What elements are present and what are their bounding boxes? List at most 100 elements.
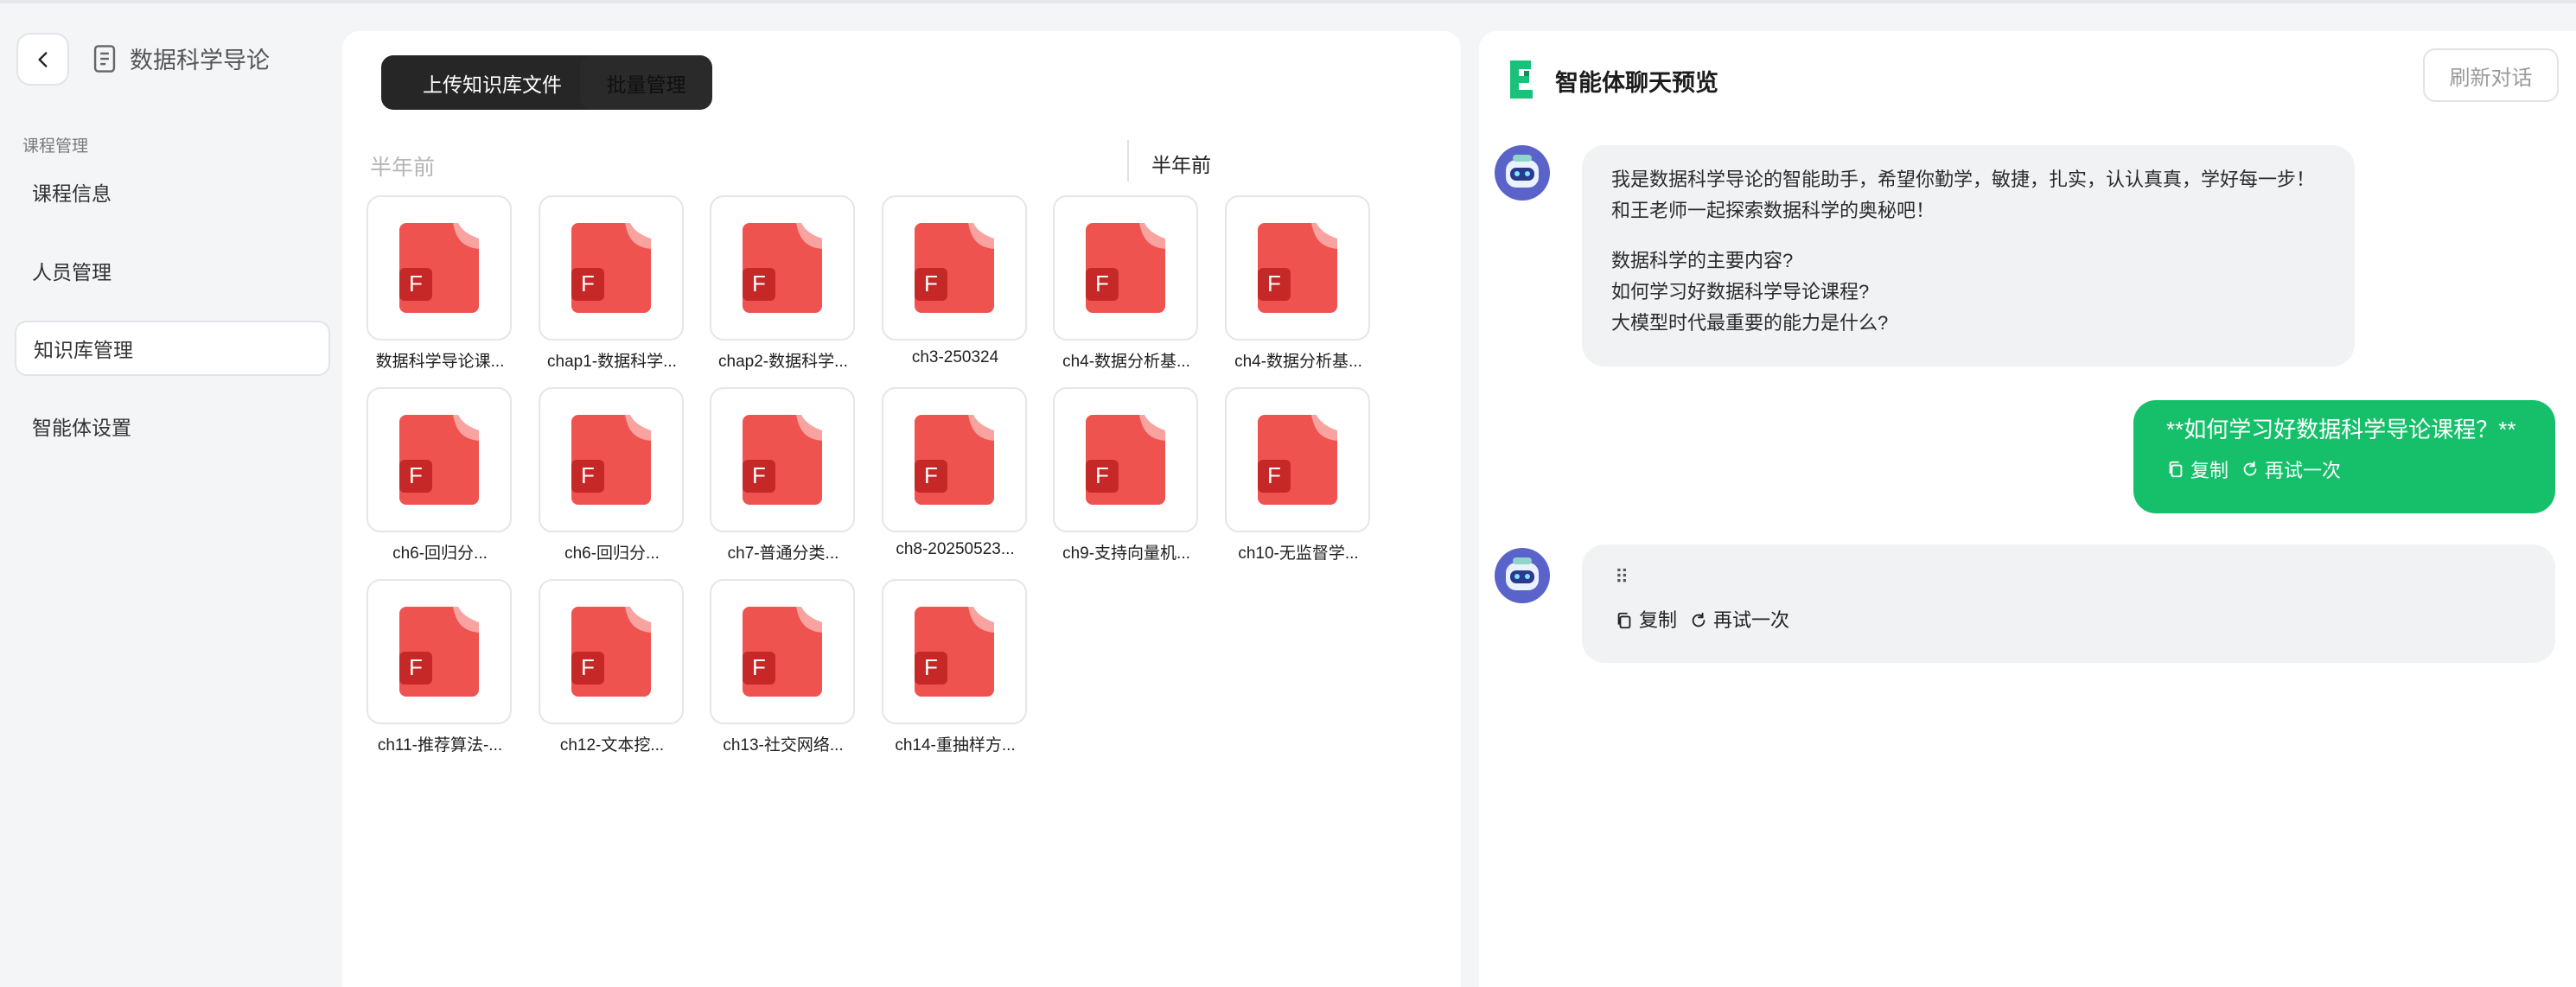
retry-button[interactable]: 再试一次 [1689, 605, 1789, 636]
file-tile[interactable]: Fch6-回归分... [539, 387, 685, 564]
file-icon-letter: F [581, 271, 595, 296]
file-tile[interactable]: Fchap1-数据科学... [539, 195, 685, 372]
sidebar-item-agent-settings[interactable]: 智能体设置 [15, 398, 330, 454]
file-icon-letter: F [581, 654, 595, 680]
retry-button[interactable]: 再试一次 [2241, 455, 2341, 483]
file-icon-letter: F [409, 271, 423, 296]
file-icon-letter: F [1095, 271, 1109, 296]
divider [1127, 140, 1129, 181]
file-name: ch11-推荐算法-... [377, 736, 503, 755]
file-card[interactable]: F [367, 579, 512, 724]
chevron-left-icon [37, 51, 47, 67]
upload-file-button[interactable]: 上传知识库文件 [381, 55, 603, 110]
file-card[interactable]: F [539, 387, 684, 532]
file-card[interactable]: F [367, 387, 512, 532]
file-tile[interactable]: Fch8-20250523... [882, 387, 1029, 559]
file-card[interactable]: F [539, 195, 684, 341]
copy-button[interactable]: 复制 [2166, 455, 2228, 483]
file-card[interactable]: F [367, 195, 512, 341]
file-card[interactable]: F [882, 195, 1027, 341]
copy-label: 复制 [1639, 609, 1678, 631]
file-tile[interactable]: Fch11-推荐算法-... [367, 579, 513, 755]
sidebar-item-label: 课程信息 [32, 182, 112, 205]
file-icon-letter: F [581, 462, 595, 488]
file-tile[interactable]: Fch14-重抽样方... [882, 579, 1029, 755]
group-title-right: 半年前 [1151, 154, 1211, 176]
back-button[interactable] [16, 33, 69, 86]
file-tile[interactable]: Fchap2-数据科学... [710, 195, 857, 372]
file-icon: F [915, 607, 994, 697]
sidebar-item-knowledge-base[interactable]: 知识库管理 [15, 321, 330, 376]
file-icon-letter: F [752, 654, 766, 680]
file-card[interactable]: F [710, 579, 855, 724]
file-card[interactable]: F [1225, 387, 1370, 532]
file-icon: F [571, 415, 651, 505]
file-tile[interactable]: Fch4-数据分析基... [1225, 195, 1372, 372]
sidebar-item-label: 智能体设置 [32, 417, 131, 439]
bot-intro-line: 我是数据科学导论的智能助手，希望你勤学，敏捷，扎实，认认真真，学好每一步！ [1611, 169, 2316, 190]
refresh-icon [1692, 612, 1706, 627]
file-tile[interactable]: Fch10-无监督学... [1225, 387, 1372, 564]
group-title: 半年前 [370, 156, 436, 180]
file-tile[interactable]: Fch12-文本挖... [539, 579, 685, 755]
file-card[interactable]: F [882, 579, 1027, 724]
file-card[interactable]: F [710, 387, 855, 532]
file-tile[interactable]: Fch7-普通分类... [710, 387, 857, 564]
user-message: **如何学习好数据科学导论课程？** 复制 再试一次 [2133, 400, 2555, 513]
file-card[interactable]: F [1053, 387, 1198, 532]
file-icon-letter: F [1267, 271, 1281, 296]
file-name: chap2-数据科学... [718, 353, 848, 371]
file-icon: F [915, 223, 994, 313]
file-card[interactable]: F [882, 387, 1027, 532]
file-tile[interactable]: F 数据科学导论课... [367, 195, 513, 372]
batch-manage-button[interactable]: 批量管理 [580, 55, 712, 110]
suggestion-question[interactable]: 如何学习好数据科学导论课程? [1611, 277, 2325, 308]
bot-avatar [1495, 548, 1550, 603]
file-tile[interactable]: Fch6-回归分... [367, 387, 513, 564]
bot-avatar [1495, 145, 1550, 201]
knowledge-base-panel: 上传知识库文件 批量管理 半年前 半年前 F 数据科学导论课... Fchap1-数… [342, 31, 1461, 987]
sidebar-item-members[interactable]: 人员管理 [15, 243, 330, 298]
chat-preview-panel: 智能体聊天预览 刷新对话 我是数据科学导论的智能助手，希望你勤学，敏捷，扎实，认… [1479, 31, 2576, 987]
file-name: ch7-普通分类... [727, 544, 839, 563]
file-card[interactable]: F [539, 579, 684, 724]
file-card[interactable]: F [1225, 195, 1370, 341]
file-icon: F [743, 223, 822, 313]
file-icon-letter: F [752, 462, 766, 488]
sidebar-item-course-info[interactable]: 课程信息 [15, 164, 330, 220]
file-tile[interactable]: Fch3-250324 [882, 195, 1029, 367]
file-icon-letter: F [1095, 462, 1109, 488]
file-name: chap1-数据科学... [547, 353, 677, 371]
suggestion-question[interactable]: 数据科学的主要内容? [1611, 245, 2325, 277]
file-icon: F [399, 415, 479, 505]
agent-logo-icon [1510, 60, 1533, 99]
file-icon: F [915, 415, 994, 505]
file-icon: F [1086, 415, 1165, 505]
file-icon: F [399, 223, 479, 313]
suggestion-question[interactable]: 大模型时代最重要的能力是什么? [1611, 308, 2325, 339]
file-tile[interactable]: Fch9-支持向量机... [1053, 387, 1200, 564]
file-card[interactable]: F [710, 195, 855, 341]
file-icon: F [399, 607, 479, 697]
file-tile[interactable]: Fch13-社交网络... [710, 579, 857, 755]
bot-intro-line: 和王老师一起探索数据科学的奥秘吧！ [1611, 200, 1935, 221]
file-icon: F [1258, 415, 1337, 505]
file-name: ch3-250324 [911, 348, 999, 366]
message-actions: 复制 再试一次 [1615, 605, 2522, 636]
file-name: ch14-重抽样方... [895, 736, 1016, 755]
batch-manage-label: 批量管理 [606, 73, 686, 96]
retry-label: 再试一次 [2265, 460, 2342, 481]
file-card[interactable]: F [1053, 195, 1198, 341]
file-tile[interactable]: Fch4-数据分析基... [1053, 195, 1200, 372]
top-border [0, 0, 2576, 3]
loading-indicator: ⠿ [1615, 566, 1629, 588]
upload-file-label: 上传知识库文件 [423, 73, 562, 96]
sidebar: 数据科学导论 课程管理 课程信息 人员管理 知识库管理 智能体设置 [0, 3, 342, 987]
section-label: 课程管理 [22, 137, 89, 156]
refresh-chat-button[interactable]: 刷新对话 [2423, 48, 2559, 102]
retry-label: 再试一次 [1713, 609, 1790, 631]
copy-button[interactable]: 复制 [1615, 605, 1677, 636]
course-title-text: 数据科学导论 [130, 48, 270, 73]
copy-icon [1617, 612, 1631, 629]
chat-title: 智能体聊天预览 [1555, 70, 1718, 96]
